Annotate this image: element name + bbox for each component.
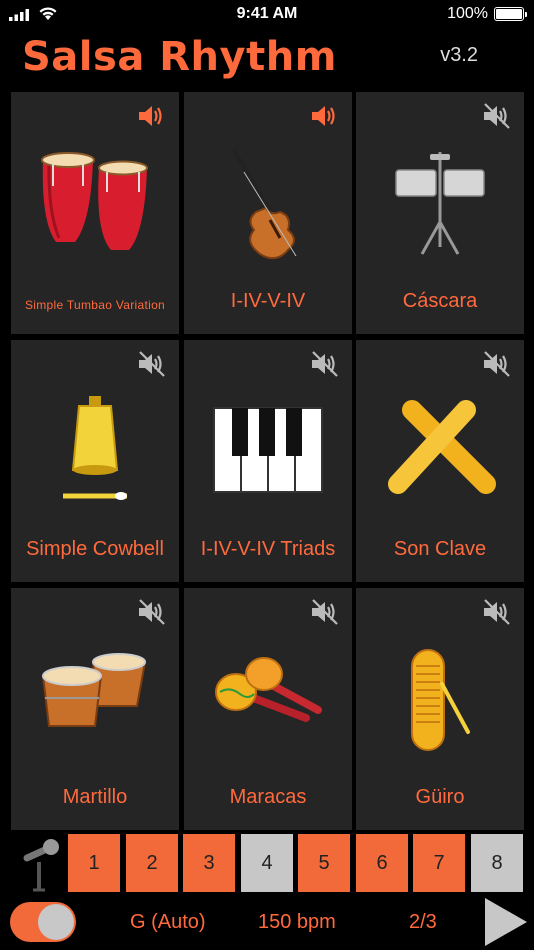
instrument-card-maracas[interactable]: Maracas [184, 588, 352, 830]
play-icon[interactable] [483, 896, 529, 948]
instrument-label: Martillo [62, 786, 128, 808]
step-bar: 1 2 3 4 5 6 7 8 [0, 834, 534, 892]
instrument-card-bass[interactable]: I-IV-V-IV [184, 92, 352, 334]
cowbell-icon [63, 396, 127, 500]
speaker-on-icon[interactable] [137, 102, 167, 130]
instrument-label: I-IV-V-IV Triads [200, 538, 336, 560]
battery-percent: 100% [447, 5, 488, 22]
speaker-muted-icon[interactable] [137, 350, 167, 378]
speaker-muted-icon[interactable] [482, 598, 512, 626]
instrument-label: Maracas [229, 786, 307, 808]
step-7-button[interactable]: 7 [413, 834, 465, 892]
step-2-button[interactable]: 2 [126, 834, 178, 892]
instrument-label: Simple Tumbao Variation [24, 298, 166, 312]
speaker-muted-icon[interactable] [482, 350, 512, 378]
instrument-card-congas[interactable]: Simple Tumbao Variation [11, 92, 179, 334]
instrument-card-timbales[interactable]: Cáscara [356, 92, 524, 334]
toggle-knob [38, 904, 74, 940]
version-label: v3.2 [440, 44, 478, 66]
instrument-label: I-IV-V-IV [230, 290, 306, 312]
app-title: Salsa Rhythm [22, 34, 337, 80]
speaker-on-icon[interactable] [310, 102, 340, 130]
battery-icon [494, 7, 527, 21]
bongos-icon [41, 653, 147, 727]
instrument-card-claves[interactable]: Son Clave [356, 340, 524, 582]
speaker-muted-icon[interactable] [310, 598, 340, 626]
instrument-label: Simple Cowbell [26, 538, 164, 560]
key-selector[interactable]: G (Auto) [130, 911, 206, 934]
step-4-button[interactable]: 4 [241, 834, 293, 892]
speaker-muted-icon[interactable] [310, 350, 340, 378]
step-3-button[interactable]: 3 [183, 834, 235, 892]
step-5-button[interactable]: 5 [298, 834, 350, 892]
instrument-card-guiro[interactable]: Güiro [356, 588, 524, 830]
claves-icon [388, 400, 496, 494]
bass-icon [232, 148, 297, 260]
speaker-muted-icon[interactable] [137, 598, 167, 626]
instrument-card-piano[interactable]: I-IV-V-IV Triads [184, 340, 352, 582]
timbales-icon [395, 152, 485, 255]
instrument-label: Cáscara [402, 290, 478, 312]
step-6-button[interactable]: 6 [356, 834, 408, 892]
guiro-icon [411, 649, 470, 751]
microphone-icon[interactable] [13, 834, 65, 892]
maracas-icon [215, 657, 322, 722]
step-8-button[interactable]: 8 [471, 834, 523, 892]
speaker-muted-icon[interactable] [482, 102, 512, 130]
meter-control[interactable]: 2/3 [409, 911, 437, 934]
instrument-card-cowbell[interactable]: Simple Cowbell [11, 340, 179, 582]
status-bar: 9:41 AM 100% [0, 0, 534, 28]
step-1-button[interactable]: 1 [68, 834, 120, 892]
tempo-control[interactable]: 150 bpm [258, 911, 336, 934]
instrument-grid: Simple Tumbao Variation I-IV-V-IV Cáscar… [11, 92, 524, 830]
instrument-label: Güiro [415, 786, 465, 808]
controls-bar: G (Auto) 150 bpm 2/3 [0, 892, 534, 950]
power-toggle[interactable] [10, 902, 76, 942]
instrument-card-bongos[interactable]: Martillo [11, 588, 179, 830]
conga-drums-icon [41, 152, 148, 250]
piano-icon [213, 407, 323, 493]
instrument-label: Son Clave [393, 538, 487, 560]
